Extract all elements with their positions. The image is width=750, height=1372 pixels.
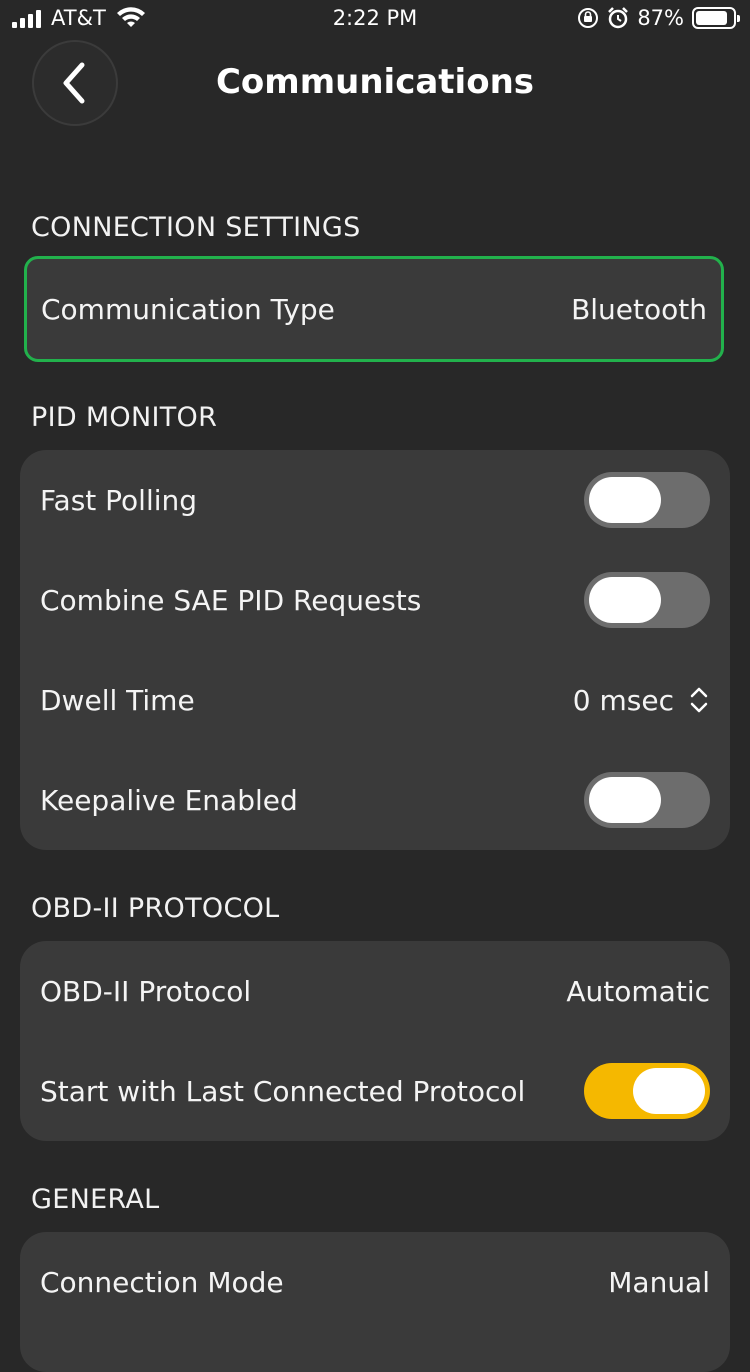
section-header-general: GENERAL <box>31 1184 160 1215</box>
connection-mode-label: Connection Mode <box>40 1265 284 1299</box>
obd-protocol-card: OBD-II Protocol Automatic Start with Las… <box>20 941 730 1141</box>
keepalive-row: Keepalive Enabled <box>20 750 730 850</box>
start-last-protocol-toggle[interactable] <box>584 1063 710 1119</box>
communication-type-row[interactable]: Communication Type Bluetooth <box>27 259 721 359</box>
status-right: 87% <box>577 6 740 30</box>
communication-type-value: Bluetooth <box>571 292 707 326</box>
combine-sae-label: Combine SAE PID Requests <box>40 583 422 617</box>
keepalive-toggle[interactable] <box>584 772 710 828</box>
alarm-icon <box>608 7 629 29</box>
section-header-obd-protocol: OBD-II PROTOCOL <box>31 893 280 924</box>
dwell-time-row: Dwell Time 0 msec <box>20 650 730 750</box>
communication-type-label: Communication Type <box>41 292 335 326</box>
fast-polling-toggle[interactable] <box>584 472 710 528</box>
general-card: Connection Mode Manual <box>20 1232 730 1372</box>
connection-mode-value: Manual <box>608 1265 710 1299</box>
obd-protocol-label: OBD-II Protocol <box>40 974 252 1008</box>
start-last-protocol-label: Start with Last Connected Protocol <box>40 1074 526 1108</box>
start-last-protocol-row: Start with Last Connected Protocol <box>20 1041 730 1141</box>
battery-percent: 87% <box>637 6 684 30</box>
status-bar: AT&T 2:22 PM 87% <box>0 0 750 40</box>
orientation-lock-icon <box>578 8 599 28</box>
communication-type-card[interactable]: Communication Type Bluetooth <box>24 256 724 362</box>
dwell-time-label: Dwell Time <box>40 683 195 717</box>
pid-monitor-card: Fast Polling Combine SAE PID Requests Dw… <box>20 450 730 850</box>
combine-sae-row: Combine SAE PID Requests <box>20 550 730 650</box>
obd-protocol-row[interactable]: OBD-II Protocol Automatic <box>20 941 730 1041</box>
dwell-time-value: 0 msec <box>572 683 674 717</box>
page-title: Communications <box>215 62 535 102</box>
connection-mode-row[interactable]: Connection Mode Manual <box>20 1232 730 1332</box>
section-header-connection-settings: CONNECTION SETTINGS <box>31 212 361 243</box>
fast-polling-label: Fast Polling <box>40 483 198 517</box>
section-header-pid-monitor: PID MONITOR <box>31 402 218 433</box>
chevron-up-down-icon <box>690 687 708 713</box>
battery-icon <box>692 7 740 29</box>
fast-polling-row: Fast Polling <box>20 450 730 550</box>
keepalive-label: Keepalive Enabled <box>40 783 298 817</box>
dwell-time-picker[interactable]: 0 msec <box>573 684 710 717</box>
obd-protocol-value: Automatic <box>566 974 710 1008</box>
combine-sae-toggle[interactable] <box>584 572 710 628</box>
